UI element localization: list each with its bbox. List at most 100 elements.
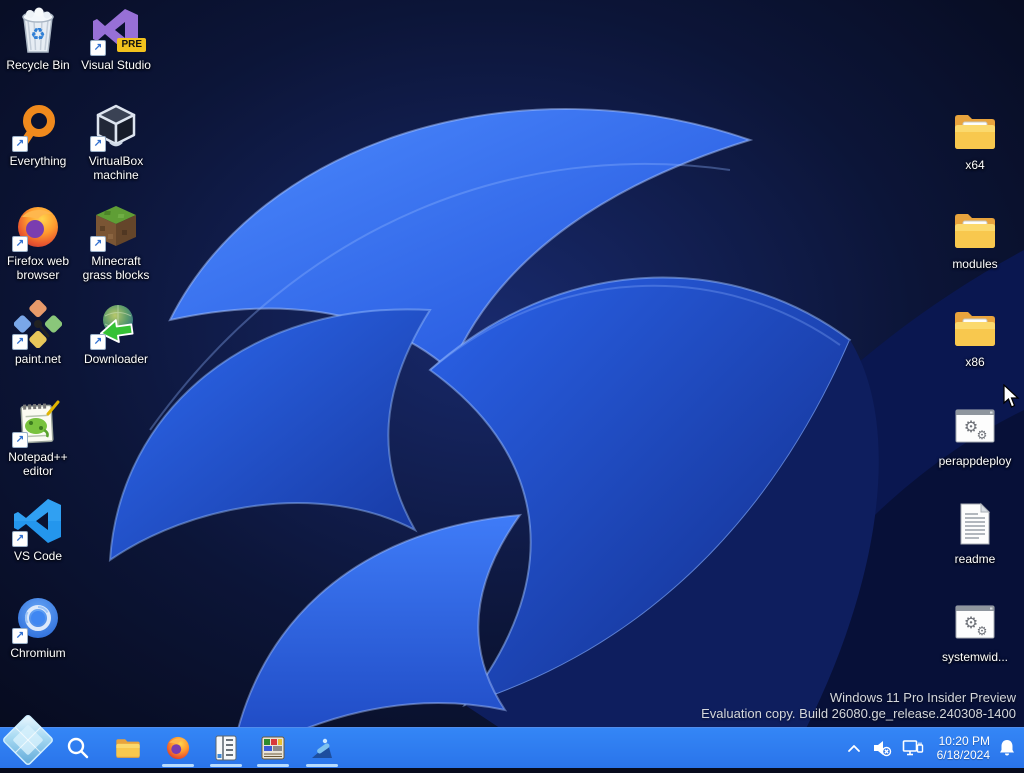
desktop-icon-label: Recycle Bin [6, 58, 70, 72]
paint-dot-net-icon: ↗ [12, 299, 63, 350]
desktop-icon-visual-studio[interactable]: ↗ PRE Visual Studio [78, 6, 154, 72]
notepad-plus-plus-icon: ↗ [12, 398, 62, 448]
network-button[interactable] [897, 738, 929, 758]
shortcut-arrow-icon: ↗ [12, 136, 28, 152]
watermark-line2: Evaluation copy. Build 26080.ge_release.… [701, 706, 1016, 721]
desktop-icon-systemwide[interactable]: ⚙ ⚙ systemwid... [937, 598, 1013, 664]
visual-studio-icon: ↗ PRE [90, 6, 146, 56]
gear-window-icon: ⚙ ⚙ [951, 598, 999, 646]
text-document-icon [951, 500, 999, 548]
desktop-icon-label: Notepad++ editor [8, 450, 68, 478]
gear-window-icon: ⚙ ⚙ [951, 402, 999, 450]
desktop-icon-minecraft[interactable]: ↗ Minecraft grass blocks [78, 202, 154, 282]
desktop-icon-label: Everything [9, 154, 67, 168]
desktop-icon-label: VS Code [13, 549, 63, 563]
desktop-icon-everything[interactable]: ↗ Everything [0, 102, 76, 168]
running-indicator [210, 764, 242, 767]
volume-button[interactable] [867, 738, 897, 758]
running-indicator [162, 764, 194, 767]
shortcut-arrow-icon: ↗ [12, 628, 28, 644]
search-icon [67, 737, 89, 759]
folder-icon [951, 303, 999, 351]
minecraft-icon: ↗ [90, 202, 140, 252]
desktop-icon-label: paint.net [14, 352, 62, 366]
windows-desktop: { "colors": { "taskbar": "#2e7bf0", "acc… [0, 0, 1024, 771]
svg-text:⚙: ⚙ [977, 624, 988, 638]
desktop-icon-readme[interactable]: readme [937, 500, 1013, 566]
tray-time: 10:20 PM [938, 734, 990, 748]
shortcut-arrow-icon: ↗ [90, 236, 106, 252]
desktop-icon-folder-x86[interactable]: x86 [937, 303, 1013, 369]
network-ethernet-icon [902, 740, 923, 756]
firefox-icon: ↗ [12, 202, 62, 252]
svg-text:⚙: ⚙ [977, 428, 988, 442]
insider-watermark: Windows 11 Pro Insider Preview Evaluatio… [701, 690, 1016, 722]
desktop-icon-virtualbox[interactable]: ↗ VirtualBox machine [78, 102, 154, 182]
legacy-pixel-app-icon [261, 736, 285, 760]
taskbar-file-explorer-button[interactable] [106, 728, 150, 768]
desktop-icon-label: Firefox web browser [6, 254, 70, 282]
taskbar-ledger-app-button[interactable] [204, 728, 248, 768]
shortcut-arrow-icon: ↗ [90, 136, 106, 152]
taskbar-search-button[interactable] [56, 728, 100, 768]
desktop-icon-vscode[interactable]: ↗ VS Code [0, 497, 76, 563]
tray-overflow-button[interactable] [841, 743, 867, 753]
desktop-icon-firefox[interactable]: ↗ Firefox web browser [0, 202, 76, 282]
chevron-up-icon [847, 745, 860, 752]
ledger-book-icon [215, 735, 237, 761]
file-explorer-icon [116, 739, 140, 758]
desktop-icon-notepad-plus-plus[interactable]: ↗ Notepad++ editor [0, 398, 76, 478]
desktop-icon-label: readme [954, 552, 996, 566]
start-crystal-icon [3, 715, 53, 765]
desktop-icon-folder-x64[interactable]: x64 [937, 106, 1013, 172]
watermark-line1: Windows 11 Pro Insider Preview [829, 690, 1016, 705]
virtualbox-icon: ↗ [90, 102, 140, 152]
taskbar-wand-app-button[interactable] [300, 728, 344, 768]
shortcut-arrow-icon: ↗ [12, 236, 28, 252]
firefox-icon [166, 736, 190, 760]
desktop-icon-idm[interactable]: ↗ Downloader [78, 300, 154, 366]
desktop-icon-chromium[interactable]: ↗ Chromium [0, 594, 76, 660]
desktop-icon-label: Minecraft grass blocks [82, 254, 150, 282]
folder-icon [951, 106, 999, 154]
tray-date: 6/18/2024 [936, 748, 990, 762]
svg-text:♻: ♻ [30, 25, 45, 45]
taskbar: 10:20 PM 6/18/2024 [0, 715, 1024, 768]
tray-clock[interactable]: 10:20 PM 6/18/2024 [937, 734, 990, 762]
desktop-icon-label: modules [952, 257, 998, 271]
desktop-icon-label: systemwid... [941, 650, 1008, 664]
desktop-icon-label: Chromium [10, 646, 66, 660]
running-indicator [306, 764, 338, 767]
desktop-icon-label: Visual Studio [81, 58, 151, 72]
shortcut-arrow-icon: ↗ [90, 40, 106, 56]
everything-search-icon: ↗ [12, 102, 62, 152]
desktop-icon-label: x64 [965, 158, 985, 172]
desktop-icon-recycle-bin[interactable]: ♻ Recycle Bin [0, 6, 76, 72]
taskbar-legacy-app-button[interactable] [251, 728, 295, 768]
volume-muted-icon [873, 741, 891, 757]
preview-badge: PRE [117, 38, 146, 52]
desktop-icon-paint-dot-net[interactable]: ↗ paint.net [0, 299, 76, 366]
idm-icon: ↗ [90, 300, 140, 350]
desktop-icon-folder-modules[interactable]: modules [937, 205, 1013, 271]
notification-center-button[interactable] [996, 738, 1024, 758]
start-button[interactable] [0, 712, 56, 768]
folder-icon [951, 205, 999, 253]
mouse-cursor [1002, 383, 1020, 415]
system-tray: 10:20 PM 6/18/2024 [841, 728, 1024, 768]
chromium-icon: ↗ [12, 594, 62, 644]
desktop-icon-label: x86 [965, 355, 985, 369]
shortcut-arrow-icon: ↗ [12, 432, 28, 448]
shortcut-arrow-icon: ↗ [90, 334, 106, 350]
vscode-icon: ↗ [12, 497, 62, 547]
desktop-icon-label: Downloader [83, 352, 149, 366]
notification-bell-icon [1000, 740, 1014, 756]
desktop-icon-label: perappdeploy [938, 454, 1012, 468]
taskbar-firefox-button[interactable] [156, 728, 200, 768]
magic-wand-app-icon [312, 738, 332, 758]
shortcut-arrow-icon: ↗ [12, 334, 28, 350]
shortcut-arrow-icon: ↗ [12, 531, 28, 547]
desktop-icon-label: VirtualBox machine [88, 154, 144, 182]
running-indicator [257, 764, 289, 767]
recycle-bin-icon: ♻ [14, 6, 62, 54]
